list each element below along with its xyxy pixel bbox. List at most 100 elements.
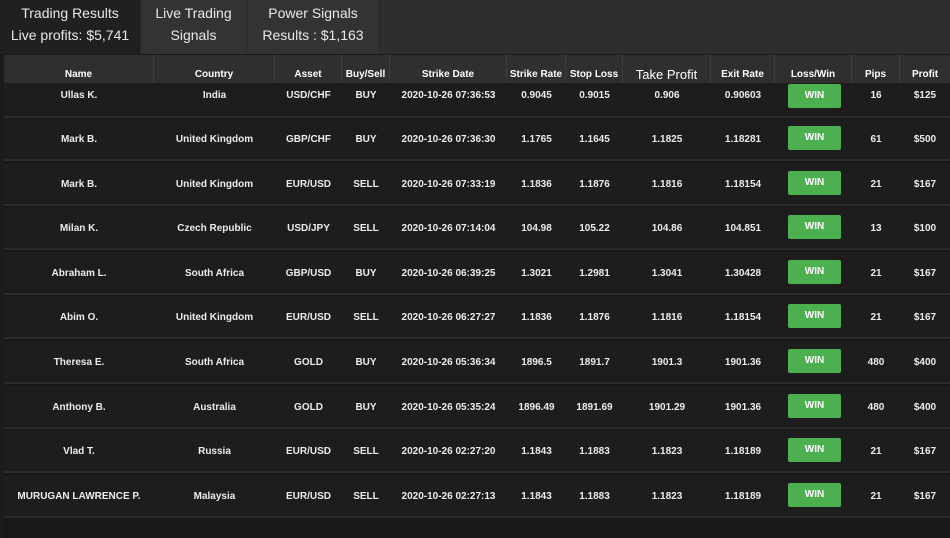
cell-profit: $400 — [913, 357, 937, 368]
cell-profit: $100 — [913, 223, 937, 235]
cell-exit: 1.18281 — [724, 134, 762, 145]
cell-asset: EUR/USD — [285, 178, 331, 190]
cell-name: Ullas K. — [60, 90, 98, 101]
tab-live-trading-signals[interactable]: Live Trading Signals — [140, 0, 246, 54]
cell-stop: 1.2981 — [579, 267, 610, 279]
cell-date: 2020-10-26 02:27:20 — [401, 446, 496, 458]
cell-exit: 1901.36 — [724, 401, 762, 413]
cell-take: 104.86 — [651, 223, 683, 235]
cell-name: Vlad T. — [63, 446, 95, 458]
cell-name: Mark B. — [60, 178, 98, 190]
tab-bar: Trading Results Live profits: $5,741 Liv… — [0, 0, 950, 54]
cell-strike: 1896.5 — [521, 357, 552, 368]
cell-side: SELL — [353, 223, 379, 235]
tab-trading-results[interactable]: Trading Results Live profits: $5,741 — [0, 0, 140, 54]
tab-power-signals[interactable]: Power Signals Results : $1,163 — [246, 0, 380, 54]
results-table[interactable]: Name Country Asset Buy/Sell Strike Date … — [4, 55, 950, 538]
cell-asset: GOLD — [294, 401, 323, 413]
cell-pips: 13 — [870, 223, 882, 235]
cell-strike: 104.98 — [521, 223, 552, 235]
cell-strike: 1.1836 — [521, 178, 552, 190]
table-row: Abim O. United Kingdom EUR/USD SELL 2020-10-… — [4, 296, 950, 340]
cell-side: BUY — [355, 90, 377, 101]
cell-profit: $167 — [913, 267, 937, 279]
cell-strike: 1.1765 — [521, 134, 552, 145]
cell-take: 1.3041 — [651, 267, 683, 279]
cell-country: Russia — [198, 446, 231, 458]
cell-country: South Africa — [184, 357, 245, 368]
cell-side: BUY — [355, 401, 377, 413]
cell-strike: 1.1836 — [521, 312, 552, 324]
cell-stop: 1.1876 — [579, 312, 610, 324]
cell-profit: $167 — [913, 312, 937, 324]
cell-name: Theresa E. — [53, 357, 105, 368]
cell-pips: 480 — [867, 401, 885, 413]
cell-asset: GOLD — [294, 357, 323, 368]
cell-profit: $500 — [913, 134, 937, 145]
cell-take: 1.1823 — [651, 490, 683, 502]
cell-pips: 61 — [870, 134, 882, 145]
result-win-button[interactable]: WIN — [788, 304, 841, 329]
cell-name: Milan K. — [59, 223, 99, 235]
cell-take: 1901.3 — [651, 357, 683, 368]
cell-take: 1.1816 — [651, 312, 683, 324]
table-row: Theresa E. South Africa GOLD BUY 2020-10-26 … — [4, 341, 950, 384]
cell-date: 2020-10-26 05:36:34 — [401, 357, 496, 368]
cell-stop: 1.1876 — [579, 178, 610, 190]
cell-strike: 1.1843 — [521, 446, 552, 458]
result-win-button[interactable]: WIN — [788, 259, 841, 284]
cell-pips: 21 — [870, 312, 882, 324]
cell-asset: USD/JPY — [287, 223, 330, 235]
cell-date: 2020-10-26 02:27:13 — [401, 490, 496, 502]
cell-stop: 1.1645 — [579, 134, 610, 145]
tab-power-signals-subtitle: Results : $1,163 — [262, 27, 364, 43]
tab-live-trading-subtitle: Signals — [170, 27, 217, 43]
cell-strike: 1.1843 — [521, 490, 552, 502]
cell-stop: 1.1883 — [579, 490, 610, 502]
cell-exit: 0.90603 — [724, 90, 762, 101]
cell-exit: 1.18189 — [724, 490, 762, 502]
cell-country: United Kingdom — [175, 178, 254, 190]
cell-date: 2020-10-26 05:35:24 — [401, 401, 496, 413]
cell-side: SELL — [353, 312, 379, 324]
cell-stop: 0.9015 — [579, 90, 610, 101]
result-win-button[interactable]: WIN — [788, 84, 841, 108]
cell-country: United Kingdom — [175, 134, 254, 145]
result-win-button[interactable]: WIN — [788, 349, 841, 373]
cell-exit: 1.18154 — [724, 312, 762, 324]
cell-stop: 1891.7 — [579, 357, 610, 368]
result-win-button[interactable]: WIN — [788, 215, 841, 240]
cell-pips: 16 — [870, 90, 882, 101]
tab-power-signals-title: Power Signals — [268, 5, 358, 21]
table-row: Abraham L. South Africa GBP/USD BUY 2020-10-… — [4, 251, 950, 295]
cell-pips: 480 — [867, 357, 885, 368]
cell-side: SELL — [353, 490, 379, 502]
cell-name: MURUGAN LAWRENCE P. — [17, 490, 141, 502]
table-row: MURUGAN LAWRENCE P. Malaysia EUR/USD SELL 20… — [4, 474, 950, 518]
cell-date: 2020-10-26 06:27:27 — [401, 312, 496, 324]
cell-asset: GBP/CHF — [286, 134, 331, 145]
cell-country: United Kingdom — [175, 312, 254, 324]
result-win-button[interactable]: WIN — [788, 438, 841, 463]
cell-date: 2020-10-26 07:14:04 — [401, 223, 496, 235]
cell-profit: $167 — [913, 446, 937, 458]
cell-take: 1.1823 — [651, 446, 683, 458]
result-win-button[interactable]: WIN — [788, 170, 841, 195]
result-win-button[interactable]: WIN — [788, 126, 841, 150]
result-win-button[interactable]: WIN — [788, 393, 841, 418]
cell-profit: $167 — [913, 178, 937, 190]
cell-exit: 1.18189 — [724, 446, 762, 458]
cell-profit: $400 — [913, 401, 937, 413]
table-row: Mark B. United Kingdom EUR/USD SELL 2020-10-… — [4, 162, 950, 206]
cell-side: BUY — [355, 267, 377, 279]
cell-asset: EUR/USD — [285, 312, 331, 324]
cell-exit: 1901.36 — [724, 357, 762, 368]
cell-profit: $125 — [913, 90, 937, 101]
cell-strike: 1896.49 — [518, 401, 555, 413]
tab-trading-results-subtitle: Live profits: $5,741 — [10, 27, 130, 43]
cell-date: 2020-10-26 06:39:25 — [401, 267, 496, 279]
cell-asset: GBP/USD — [285, 267, 332, 279]
tab-live-trading-title: Live Trading — [155, 5, 232, 21]
cell-country: Czech Republic — [177, 223, 252, 235]
result-win-button[interactable]: WIN — [788, 482, 841, 507]
